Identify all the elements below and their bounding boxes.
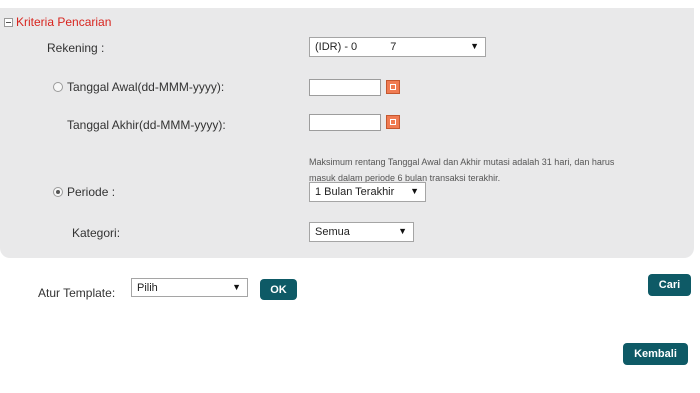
- rekening-select[interactable]: (IDR) - 0 7 ▼: [309, 37, 486, 57]
- collapse-icon[interactable]: [4, 17, 13, 27]
- periode-label: Periode :: [67, 185, 116, 199]
- tanggal-awal-input[interactable]: [309, 79, 381, 96]
- chevron-down-icon: ▼: [470, 41, 479, 51]
- template-select-value: Pilih: [137, 281, 158, 294]
- panel-title: Kriteria Pencarian: [16, 15, 112, 29]
- ok-button[interactable]: OK: [260, 279, 297, 300]
- kembali-button[interactable]: Kembali: [623, 343, 688, 365]
- calendar-icon[interactable]: [386, 80, 400, 94]
- search-criteria-panel: Kriteria Pencarian Rekening : (IDR) - 0 …: [0, 8, 694, 258]
- tanggal-akhir-input[interactable]: [309, 114, 381, 131]
- periode-select-value: 1 Bulan Terakhir: [315, 186, 395, 198]
- cari-button[interactable]: Cari: [648, 274, 691, 296]
- radio-periode[interactable]: [53, 187, 63, 197]
- tanggal-awal-label: Tanggal Awal(dd-MMM-yyyy):: [67, 80, 225, 94]
- tanggal-akhir-label: Tanggal Akhir(dd-MMM-yyyy):: [67, 118, 226, 132]
- panel-header[interactable]: Kriteria Pencarian: [4, 15, 111, 29]
- radio-tanggal[interactable]: [53, 82, 63, 92]
- chevron-down-icon: ▼: [232, 282, 241, 292]
- rekening-select-value: (IDR) - 0 7: [315, 41, 397, 53]
- kategori-label: Kategori:: [72, 226, 121, 240]
- note-line: Maksimum rentang Tanggal Awal dan Akhir …: [309, 157, 615, 167]
- template-label: Atur Template:: [38, 286, 116, 300]
- kategori-select-value: Semua: [315, 226, 350, 238]
- calendar-icon[interactable]: [386, 115, 400, 129]
- periode-select[interactable]: 1 Bulan Terakhir ▼: [309, 182, 426, 202]
- rekening-label: Rekening :: [47, 41, 105, 55]
- kategori-select[interactable]: Semua ▼: [309, 222, 414, 242]
- chevron-down-icon: ▼: [398, 226, 407, 236]
- chevron-down-icon: ▼: [410, 186, 419, 196]
- template-select[interactable]: Pilih ▼: [131, 278, 248, 297]
